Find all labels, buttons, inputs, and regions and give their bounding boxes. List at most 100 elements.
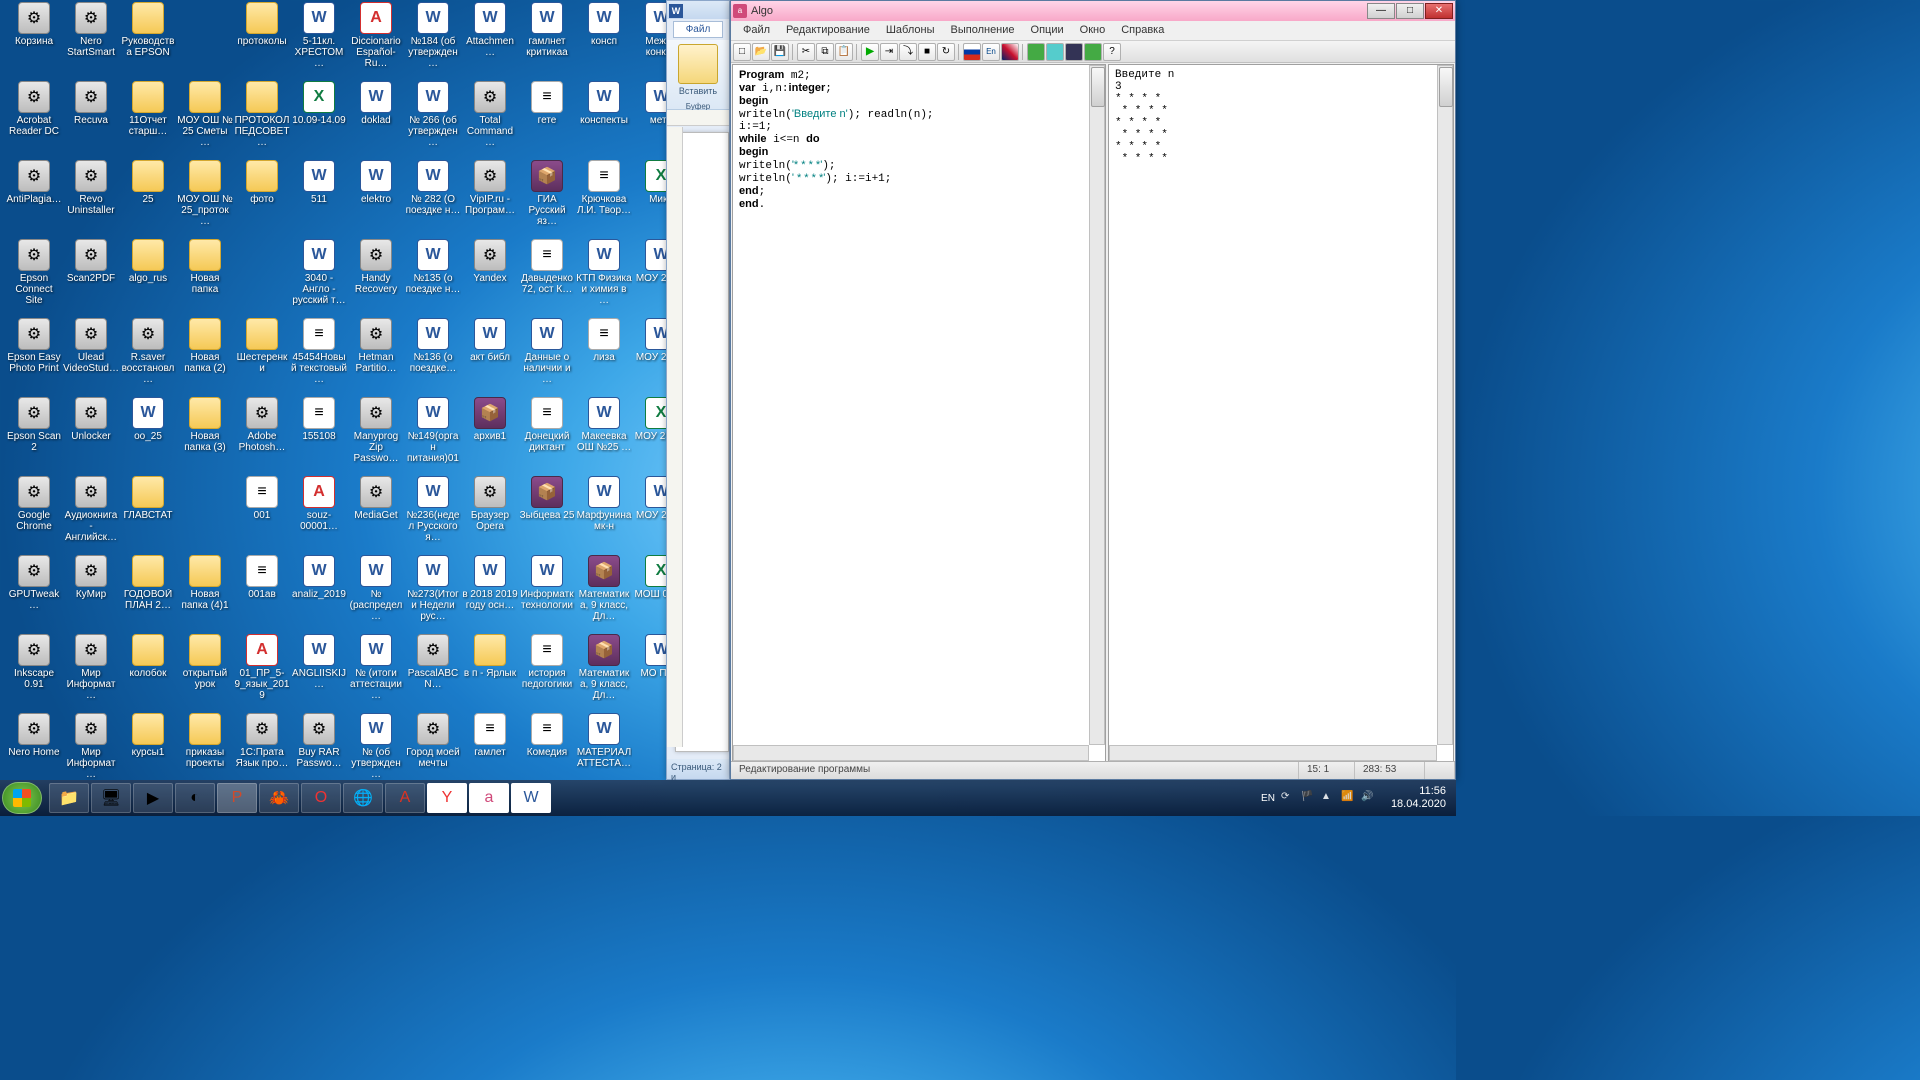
taskbar-app1[interactable]: ◐	[175, 783, 215, 813]
theme-green2-icon[interactable]	[1084, 43, 1102, 61]
cut-icon[interactable]: ✂	[797, 43, 815, 61]
desktop-icon[interactable]: W3040 - Англо - русский т…	[291, 239, 347, 306]
desktop-icon[interactable]: Новая папка (2)	[177, 318, 233, 374]
desktop-icon[interactable]: 📦Зыбцева 25	[519, 476, 575, 521]
desktop-icon[interactable]: Новая папка (4)1	[177, 555, 233, 611]
menu-опции[interactable]: Опции	[1023, 21, 1072, 40]
desktop-icon[interactable]: W№ 282 (О поездке н…	[405, 160, 461, 216]
taskbar-app2[interactable]: 🦀	[259, 783, 299, 813]
taskbar[interactable]: 📁 🖥 ▶ ◐ P 🦀 O 🌐 A Y a W EN ⟳ 🏴 ▲ 📶 🔊 11:…	[0, 780, 1456, 816]
desktop-icon[interactable]: МОУ ОШ № 25_проток…	[177, 160, 233, 227]
desktop-icon[interactable]: ⚙Корзина	[6, 2, 62, 47]
desktop-icon[interactable]: ≡Давыденко 72, ост К…	[519, 239, 575, 295]
desktop-icon[interactable]: W№149(орган питания)01…	[405, 397, 461, 464]
desktop-icon[interactable]: W№ (итоги аттестации…	[348, 634, 404, 701]
desktop-icon[interactable]: WAttachmen…	[462, 2, 518, 58]
minimize-button[interactable]: —	[1367, 3, 1395, 19]
copy-icon[interactable]: ⧉	[816, 43, 834, 61]
stop-icon[interactable]: ■	[918, 43, 936, 61]
desktop-icon[interactable]: ≡гамлет	[462, 713, 518, 758]
taskbar-explorer[interactable]: 📁	[49, 783, 89, 813]
menu-выполнение[interactable]: Выполнение	[943, 21, 1023, 40]
desktop-icon[interactable]: W№ (распредел…	[348, 555, 404, 622]
desktop-icon[interactable]: 📦Математика, 9 класс, Дл…	[576, 555, 632, 622]
start-button[interactable]	[2, 782, 42, 814]
desktop-icon[interactable]: ≡гете	[519, 81, 575, 126]
menu-файл[interactable]: Файл	[735, 21, 778, 40]
desktop-icon[interactable]: ⚙Unlocker	[63, 397, 119, 442]
code-hscrollbar[interactable]	[733, 745, 1089, 761]
desktop-icon[interactable]: W№136 (о поездке…	[405, 318, 461, 374]
desktop-icon[interactable]: ⚙Браузер Opera	[462, 476, 518, 532]
desktop-icon[interactable]: ⚙Мир Информат…	[63, 634, 119, 701]
desktop-icon[interactable]: Asouz-00001…	[291, 476, 347, 532]
menu-справка[interactable]: Справка	[1113, 21, 1172, 40]
desktop-icon[interactable]: в п - Ярлык	[462, 634, 518, 679]
desktop-icon[interactable]: ≡история педогогики	[519, 634, 575, 690]
desktop-icon[interactable]: Wоо_25	[120, 397, 176, 442]
desktop-icon[interactable]: X10.09-14.09	[291, 81, 347, 126]
desktop-icon[interactable]: МОУ ОШ № 25 Сметы …	[177, 81, 233, 148]
desktop-icon[interactable]: WМарфунина мк-н	[576, 476, 632, 532]
desktop-icon[interactable]: WМакеевка ОШ №25 …	[576, 397, 632, 453]
taskbar-opera[interactable]: O	[301, 783, 341, 813]
system-tray[interactable]: EN ⟳ 🏴 ▲ 📶 🔊	[1253, 791, 1383, 805]
desktop-icon[interactable]: ⚙Manyprog Zip Passwo…	[348, 397, 404, 464]
desktop-icon[interactable]: A01_ПР_5-9_язык_2019	[234, 634, 290, 701]
algo-titlebar[interactable]: a Algo — □ ✕	[731, 1, 1455, 21]
word-file-tab[interactable]: Файл	[673, 21, 723, 38]
step-over-icon[interactable]: ⤵	[899, 43, 917, 61]
desktop-icon[interactable]: ⚙Аудиокнига - Английск…	[63, 476, 119, 543]
tray-sync-icon[interactable]: ⟳	[1281, 791, 1295, 805]
output-hscrollbar[interactable]	[1109, 745, 1437, 761]
desktop-icon[interactable]: ⚙MediaGet	[348, 476, 404, 521]
desktop-icon[interactable]: WИнформатк технологии	[519, 555, 575, 611]
tray-flag-icon[interactable]: 🏴	[1301, 791, 1315, 805]
close-button[interactable]: ✕	[1425, 3, 1453, 19]
taskbar-algo[interactable]: a	[469, 783, 509, 813]
help-icon[interactable]: ?	[1103, 43, 1121, 61]
code-editor-pane[interactable]: Program m2; var i,n:integer; begin write…	[732, 64, 1106, 762]
desktop-icon[interactable]: W№273(Итоги Недели рус…	[405, 555, 461, 622]
desktop-icon[interactable]: Новая папка (3)	[177, 397, 233, 453]
desktop-icon[interactable]: W№184 (об утвержден…	[405, 2, 461, 69]
lang-ru-icon[interactable]	[963, 43, 981, 61]
code-vscrollbar[interactable]	[1089, 65, 1105, 745]
desktop-icon[interactable]: ⚙Epson Easy Photo Print	[6, 318, 62, 374]
desktop-icon[interactable]: Шестеренки	[234, 318, 290, 374]
output-vscrollbar[interactable]	[1437, 65, 1453, 745]
desktop-icon[interactable]: ⚙R.saver восстановл…	[120, 318, 176, 385]
desktop-icon[interactable]: ⚙Adobe Photosh…	[234, 397, 290, 453]
taskbar-clock[interactable]: 11:56 18.04.2020	[1383, 785, 1454, 811]
desktop-icon[interactable]: 11Отчет старш…	[120, 81, 176, 137]
paste-icon[interactable]: 📋	[835, 43, 853, 61]
desktop-icon[interactable]: ⚙Ulead VideoStud…	[63, 318, 119, 374]
desktop-icon[interactable]: ⚙Handy Recovery	[348, 239, 404, 295]
algo-window[interactable]: a Algo — □ ✕ ФайлРедактированиеШаблоныВы…	[730, 0, 1456, 780]
desktop-icon[interactable]: ADiccionario Español-Ru…	[348, 2, 404, 69]
word-titlebar[interactable]: W	[667, 1, 729, 19]
desktop-icon[interactable]: ⚙AntiPlagia…	[6, 160, 62, 205]
desktop-icon[interactable]: ⚙Epson Scan 2	[6, 397, 62, 453]
lang-en-label-icon[interactable]: En	[982, 43, 1000, 61]
desktop-icon[interactable]: WДанные о наличии и …	[519, 318, 575, 385]
desktop-icon[interactable]: 📦Математика, 9 класс, Дл…	[576, 634, 632, 701]
desktop-icon[interactable]: ⚙Epson Connect Site	[6, 239, 62, 306]
desktop-icon[interactable]: Wв 2018 2019 году осн…	[462, 555, 518, 611]
menu-шаблоны[interactable]: Шаблоны	[878, 21, 943, 40]
taskbar-word[interactable]: W	[511, 783, 551, 813]
menu-редактирование[interactable]: Редактирование	[778, 21, 878, 40]
desktop-icon[interactable]: ГОДОВОЙ ПЛАН 2…	[120, 555, 176, 611]
desktop-icon[interactable]: приказы проекты	[177, 713, 233, 769]
tray-action-icon[interactable]: ▲	[1321, 791, 1335, 805]
tray-volume-icon[interactable]: 🔊	[1361, 791, 1375, 805]
desktop-icon[interactable]: WМАТЕРИАЛ АТТЕСТА…	[576, 713, 632, 769]
desktop-icon[interactable]: Wконсп	[576, 2, 632, 47]
desktop-icon[interactable]: ⚙Город моей мечты	[405, 713, 461, 769]
desktop-icon[interactable]: ГЛАВСТАТ	[120, 476, 176, 521]
desktop-icon[interactable]: ⚙КуМир	[63, 555, 119, 600]
output-pane[interactable]: Введите n 3 * * * * * * * * * * * * * * …	[1108, 64, 1454, 762]
desktop-icon[interactable]: Wanaliz_2019	[291, 555, 347, 600]
reset-icon[interactable]: ↻	[937, 43, 955, 61]
desktop-icon[interactable]: ⚙Nero StartSmart	[63, 2, 119, 58]
